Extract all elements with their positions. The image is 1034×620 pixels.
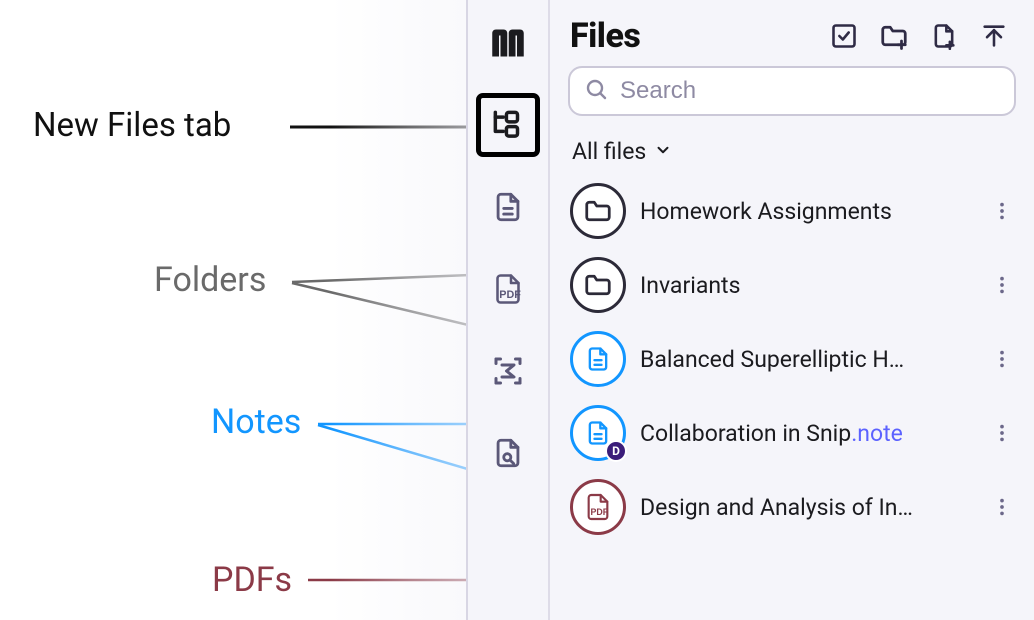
search-file-tab[interactable] xyxy=(481,426,535,480)
note-icon: D xyxy=(570,405,626,461)
row-menu-button[interactable] xyxy=(990,348,1014,370)
search-box[interactable] xyxy=(568,66,1016,116)
row-menu-button[interactable] xyxy=(990,496,1014,518)
upload-button[interactable] xyxy=(974,16,1014,56)
folder-icon xyxy=(570,257,626,313)
row-menu-button[interactable] xyxy=(990,422,1014,444)
side-rail: PDF xyxy=(468,0,550,620)
files-pane: Files Al xyxy=(550,0,1034,620)
file-name: Homework Assignments xyxy=(640,198,976,225)
file-list: Homework Assignments Invariants xyxy=(568,173,1016,545)
new-file-button[interactable] xyxy=(924,16,964,56)
new-folder-button[interactable] xyxy=(874,16,914,56)
select-button[interactable] xyxy=(824,16,864,56)
callout-new-files-tab: New Files tab xyxy=(33,106,231,145)
search-input[interactable] xyxy=(618,76,1000,106)
svg-text:PDF: PDF xyxy=(591,507,609,517)
filter-dropdown[interactable]: All files xyxy=(568,116,1016,173)
file-name: Collaboration in Snip.note xyxy=(640,420,976,447)
collab-badge: D xyxy=(605,440,627,462)
app-panel: PDF Files xyxy=(466,0,1034,620)
file-row-note[interactable]: D Collaboration in Snip.note xyxy=(568,399,1016,467)
callout-folders: Folders xyxy=(154,260,266,300)
files-header: Files xyxy=(568,14,1016,66)
row-menu-button[interactable] xyxy=(990,274,1014,296)
folder-icon xyxy=(570,183,626,239)
file-name: Invariants xyxy=(640,272,976,299)
search-icon xyxy=(584,77,608,105)
filter-label: All files xyxy=(572,138,646,165)
file-row-note[interactable]: Balanced Superelliptic H… xyxy=(568,325,1016,393)
svg-text:PDF: PDF xyxy=(499,289,521,301)
chevron-down-icon xyxy=(654,138,672,165)
note-icon xyxy=(570,331,626,387)
sigma-tab[interactable] xyxy=(481,344,535,398)
file-name: Design and Analysis of In… xyxy=(640,494,976,521)
pdf-icon: PDF xyxy=(570,479,626,535)
files-tree-tab[interactable] xyxy=(481,98,535,152)
document-tab[interactable] xyxy=(481,180,535,234)
pane-title: Files xyxy=(570,16,814,56)
file-row-folder[interactable]: Invariants xyxy=(568,251,1016,319)
callout-notes: Notes xyxy=(211,402,301,442)
logo-icon[interactable] xyxy=(481,16,535,70)
pdf-tab[interactable]: PDF xyxy=(481,262,535,316)
row-menu-button[interactable] xyxy=(990,200,1014,222)
callout-pdfs: PDFs xyxy=(212,560,292,600)
file-name: Balanced Superelliptic H… xyxy=(640,346,976,373)
file-row-folder[interactable]: Homework Assignments xyxy=(568,177,1016,245)
file-row-pdf[interactable]: PDF Design and Analysis of In… xyxy=(568,473,1016,541)
